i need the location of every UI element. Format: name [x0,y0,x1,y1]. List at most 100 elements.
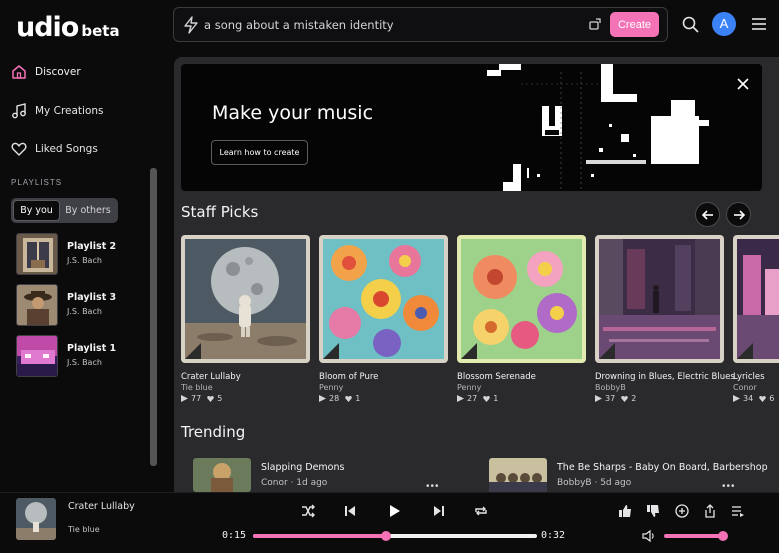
filter-by-others[interactable]: By others [60,200,116,221]
sidebar: Discover My Creations Liked Songs PLAYLI… [0,52,165,492]
song-title: Crater Lullaby [181,372,241,382]
song-stats: 37 2 [595,394,642,403]
song-title: Lyricles [733,372,765,382]
tag-icon[interactable] [588,17,602,31]
sidebar-item-label: Discover [35,66,81,78]
sidebar-scrollbar[interactable] [150,168,157,466]
next-button[interactable] [726,202,751,227]
prompt-input[interactable] [204,15,584,35]
playlist-author: J.S. Bach [67,307,102,316]
volume-icon[interactable] [642,529,656,543]
create-button[interactable]: Create [610,12,659,37]
song-artist: Penny [457,383,482,392]
play-count: 34 [743,394,754,403]
udio-app: udio beta Create A [0,0,779,553]
play-count: 37 [605,394,616,403]
menu-icon[interactable] [752,18,766,30]
volume-slider[interactable] [664,531,728,541]
repeat-icon[interactable] [473,503,489,519]
filter-by-you[interactable]: By you [13,200,60,221]
user-avatar[interactable]: A [712,12,736,36]
sidebar-item-label: My Creations [35,105,104,117]
playlist-title: Playlist 3 [67,292,117,303]
more-options-icon[interactable]: ••• [722,481,736,492]
sidebar-item-label: Liked Songs [35,143,98,155]
hero-banner: Make your music Learn how to create [181,64,762,191]
sidebar-item-discover[interactable]: Discover [11,62,81,82]
like-count: 2 [631,394,637,403]
lightning-icon [184,16,198,34]
now-playing-cover[interactable] [16,498,56,540]
next-track-icon[interactable] [431,503,447,519]
play-count: 28 [329,394,340,403]
song-stats: 77 5 [181,394,228,403]
song-title: Blossom Serenade [457,372,536,382]
playlist-author: J.S. Bach [67,256,102,265]
like-count-icon [345,395,352,402]
playlist-item[interactable]: Playlist 2 J.S. Bach [16,233,146,275]
play-count: 77 [191,394,202,403]
playlist-title: Playlist 1 [67,343,117,354]
play-count-icon [595,395,602,402]
queue-icon[interactable] [731,504,745,518]
progress-fill [253,534,387,538]
add-to-playlist-icon[interactable] [675,504,689,518]
play-count-icon [457,395,464,402]
trending-title: The Be Sharps - Baby On Board, Barbersho… [557,462,768,473]
like-count-icon [483,395,490,402]
beta-badge: beta [81,22,120,40]
song-stats: 27 1 [457,394,504,403]
close-icon[interactable] [737,78,749,90]
song-artist: Penny [319,383,344,392]
hero-graphic [487,64,709,191]
playlist-cover [16,233,58,275]
playlist-cover [16,284,58,326]
previous-track-icon[interactable] [342,503,358,519]
prev-button[interactable] [695,202,720,227]
song-title: Drowning in Blues, Electric Blues [595,372,735,382]
sidebar-item-liked-songs[interactable]: Liked Songs [11,139,98,159]
more-options-icon[interactable]: ••• [426,481,440,492]
song-cover [181,235,310,363]
duration-time: 0:32 [541,530,566,541]
like-count-icon [621,395,628,402]
playlists-heading: PLAYLISTS [11,178,63,187]
music-note-icon [12,103,26,119]
playlist-item[interactable]: Playlist 1 J.S. Bach [16,335,146,377]
udio-logo[interactable]: udio beta [16,12,120,43]
play-icon[interactable] [386,503,402,519]
progress-handle[interactable] [381,531,392,541]
like-count: 1 [493,394,499,403]
song-title: Bloom of Pure [319,372,379,382]
thumbs-up-icon[interactable] [618,504,632,518]
progress-bar[interactable] [253,531,537,541]
like-count: 6 [769,394,775,403]
staff-picks-heading: Staff Picks [181,203,259,221]
now-playing-artist[interactable]: Tie blue [68,525,100,534]
play-count: 27 [467,394,478,403]
playlist-title: Playlist 2 [67,241,117,252]
song-artist: Tie blue [181,383,213,392]
play-count-icon [181,395,188,402]
like-count-icon [207,395,214,402]
share-icon[interactable] [703,504,717,518]
logo-wordmark: udio [16,12,79,43]
like-count: 5 [217,394,223,403]
song-stats: 34 6 [733,394,779,403]
thumbs-down-icon[interactable] [646,504,660,518]
now-playing-title[interactable]: Crater Lullaby [68,501,135,512]
trending-cover [489,458,547,492]
shuffle-icon[interactable] [300,503,316,519]
song-cover [733,235,779,363]
volume-handle[interactable] [718,531,728,541]
learn-how-button[interactable]: Learn how to create [211,140,308,165]
playlist-item[interactable]: Playlist 3 J.S. Bach [16,284,146,326]
heart-icon [11,142,27,156]
song-cover [595,235,724,363]
playlist-filter: By you By others [11,198,118,223]
sidebar-item-my-creations[interactable]: My Creations [11,101,104,121]
player-bar: Crater Lullaby Tie blue 0:15 0:32 [0,492,779,553]
main-content: Make your music Learn how to create Staf… [174,57,779,492]
search-icon[interactable] [682,16,699,33]
play-count-icon [319,395,326,402]
